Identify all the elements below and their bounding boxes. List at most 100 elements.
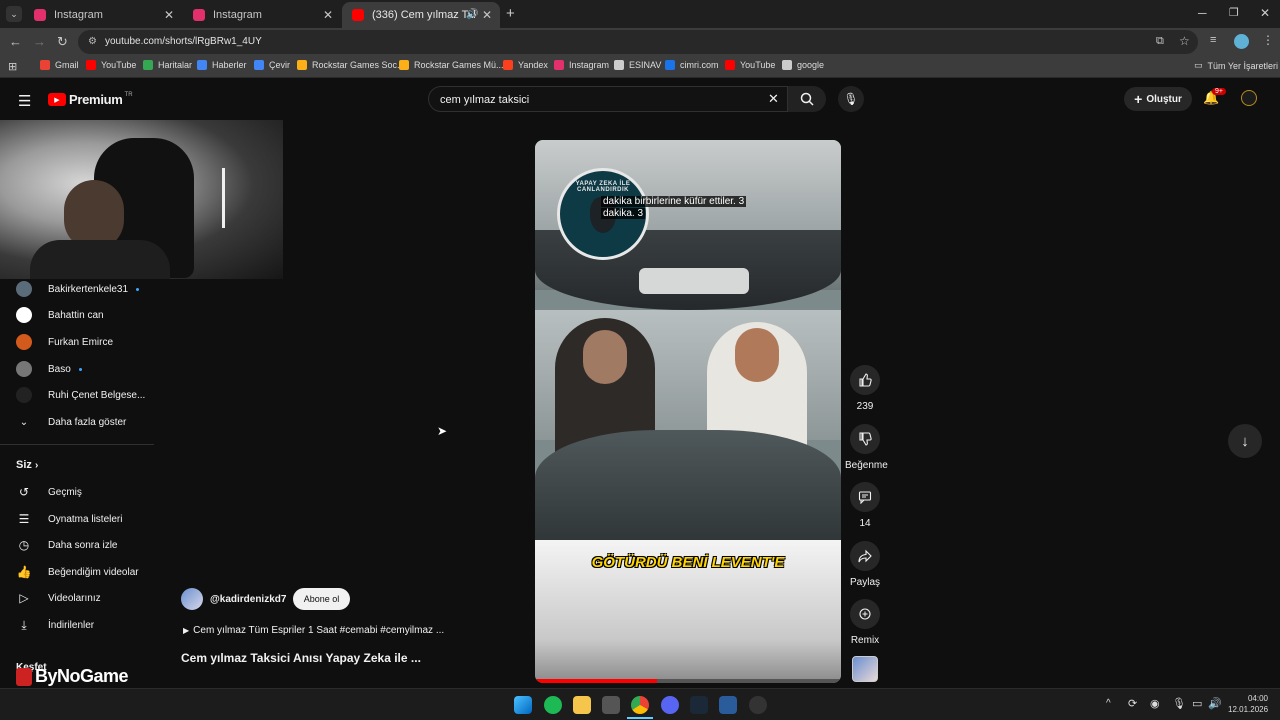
tab-label: Instagram (213, 9, 262, 21)
search-button[interactable] (788, 86, 826, 112)
bookmark-item[interactable]: Haritalar (143, 60, 192, 70)
all-bookmarks[interactable]: ▭ Tüm Yer İşaretleri (1194, 60, 1278, 71)
channel-name[interactable]: @kadirdenizkd7 (210, 594, 286, 605)
bookmark-item[interactable]: google (782, 60, 824, 70)
subscription-item[interactable]: Furkan Emirce (16, 331, 113, 353)
dislike-button[interactable]: Beğenme (845, 424, 888, 471)
minimize-button[interactable]: ─ (1198, 6, 1207, 20)
profile-avatar[interactable] (1234, 34, 1249, 49)
windows-taskbar: ^ ⟳ ◉ 🎙 ▭ 🔊 04:00 12.01.2026 (0, 688, 1280, 720)
tab-instagram-2[interactable]: Instagram ✕ (183, 2, 341, 28)
bookmark-label: cimri.com (680, 60, 719, 70)
bookmark-label: Haberler (212, 60, 247, 70)
hamburger-menu-icon[interactable]: ☰ (18, 92, 31, 110)
system-clock[interactable]: 04:00 12.01.2026 (1228, 693, 1268, 715)
tab-strip: ⌄ Instagram ✕ Instagram ✕ (336) Cem yılm… (0, 0, 1280, 28)
chevron-up-icon[interactable]: ^ (1106, 698, 1111, 709)
chrome-icon[interactable] (631, 696, 649, 714)
star-icon[interactable]: ☆ (1179, 34, 1190, 48)
bookmark-item[interactable]: Haberler (197, 60, 247, 70)
history-icon: ↺ (18, 485, 30, 499)
share-button[interactable]: Paylaş (845, 541, 885, 588)
address-bar[interactable]: ⚙ youtube.com/shorts/lRgBRw1_4UY ⧉ ☆ (78, 30, 1198, 54)
discord-icon[interactable] (661, 696, 679, 714)
watermark-text: ByNoGame (35, 666, 129, 686)
bookmark-item[interactable]: Instagram (554, 60, 609, 70)
bookmark-item[interactable]: Rockstar Games Mü... (399, 60, 504, 70)
close-icon[interactable]: ✕ (323, 8, 333, 22)
subscription-item[interactable]: Baso (16, 358, 82, 380)
you-item[interactable]: ↺ Geçmiş (16, 481, 82, 503)
sound-thumbnail[interactable] (852, 656, 878, 682)
channel-avatar[interactable] (181, 588, 203, 610)
new-tab-button[interactable]: + (506, 5, 515, 22)
site-info-icon[interactable]: ⚙ (88, 36, 97, 47)
close-icon[interactable]: ✕ (482, 8, 492, 22)
microphone-tray-icon[interactable]: 🎙 (1172, 697, 1186, 710)
menu-icon[interactable]: ⋮ (1262, 33, 1274, 47)
app-icon[interactable] (749, 696, 767, 714)
bookmark-label: YouTube (101, 60, 137, 70)
sync-icon[interactable]: ⟳ (1128, 697, 1137, 710)
voice-search-button[interactable]: 🎙 (838, 86, 864, 112)
subscribe-button[interactable]: Abone ol (293, 588, 350, 610)
bookmark-item[interactable]: Gmail (40, 60, 79, 70)
restore-button[interactable]: ❐ (1229, 6, 1239, 19)
tab-search-button[interactable]: ⌄ (6, 6, 22, 22)
tab-youtube[interactable]: (336) Cem yılmaz Taksici An 🔊 ✕ (342, 2, 500, 28)
show-more-button[interactable]: ⌄ Daha fazla göster (16, 411, 127, 433)
you-item[interactable]: ▷ Videolarınız (16, 587, 100, 609)
subscription-item[interactable]: Ruhi Çenet Belgese... (16, 384, 145, 406)
playlist-link[interactable]: ▶ Cem yılmaz Tüm Espriler 1 Saat #cemabi … (183, 625, 444, 636)
steam-icon[interactable] (690, 696, 708, 714)
steam-tray-icon[interactable]: ◉ (1150, 697, 1160, 710)
tab-instagram-1[interactable]: Instagram ✕ (24, 2, 182, 28)
network-app-icon[interactable] (719, 696, 737, 714)
network-icon[interactable]: ▭ (1192, 697, 1202, 710)
audio-icon[interactable]: 🔊 (466, 9, 478, 20)
apps-icon[interactable]: ⊞ (8, 60, 17, 73)
window-close-button[interactable]: ✕ (1260, 6, 1270, 20)
bookmark-item[interactable]: YouTube (725, 60, 775, 70)
next-video-button[interactable]: ↓ (1228, 424, 1262, 458)
bookmark-item[interactable]: cimri.com (665, 60, 719, 70)
close-icon[interactable]: ✕ (164, 8, 174, 22)
comments-button[interactable]: 14 (845, 482, 885, 529)
you-section-header[interactable]: Siz › (16, 459, 38, 471)
create-button[interactable]: + Oluştur (1124, 87, 1192, 111)
tab-label: Instagram (54, 9, 103, 21)
bookmark-item[interactable]: Rockstar Games Soc... (297, 60, 405, 70)
bookmark-item[interactable]: YouTube (86, 60, 136, 70)
search-input[interactable]: cem yılmaz taksici ✕ (428, 86, 788, 112)
back-button[interactable]: ← (9, 34, 22, 49)
media-control-icon[interactable]: ≡ (1210, 34, 1216, 46)
store-icon[interactable] (602, 696, 620, 714)
install-icon[interactable]: ⧉ (1156, 35, 1164, 48)
avatar (16, 281, 32, 297)
reload-button[interactable]: ↻ (57, 34, 68, 50)
spotify-icon[interactable] (544, 696, 562, 714)
subscription-item[interactable]: Bahattin can (16, 304, 104, 326)
short-video-player[interactable]: YAPAY ZEKA İLE CANLANDIRDIK dakika birbi… (535, 140, 841, 683)
bookmark-item[interactable]: ESINAV (614, 60, 661, 70)
bookmark-item[interactable]: Çevir (254, 60, 290, 70)
subscription-item[interactable]: Bakirkertenkele31 (16, 278, 140, 300)
you-item[interactable]: ☰ Oynatma listeleri (16, 508, 123, 530)
share-icon (850, 541, 880, 571)
progress-track[interactable] (535, 679, 841, 683)
account-avatar[interactable] (1241, 90, 1257, 106)
create-label: Oluştur (1146, 93, 1182, 105)
file-explorer-icon[interactable] (573, 696, 591, 714)
like-button[interactable]: 239 (845, 365, 885, 412)
start-icon[interactable] (514, 696, 532, 714)
light-strip (222, 168, 225, 228)
bookmark-item[interactable]: Yandex (503, 60, 548, 70)
you-item[interactable]: ◷ Daha sonra izle (16, 534, 118, 556)
youtube-logo[interactable]: ▶ Premium TR (48, 92, 133, 107)
you-item[interactable]: 👍 Beğendiğim videolar (16, 561, 139, 583)
remix-button[interactable]: Remix (845, 599, 885, 646)
clear-search-icon[interactable]: ✕ (768, 91, 779, 107)
forward-button[interactable]: → (33, 34, 46, 49)
volume-icon[interactable]: 🔊 (1208, 697, 1222, 710)
you-item[interactable]: ⤓ İndirilenler (16, 614, 94, 636)
